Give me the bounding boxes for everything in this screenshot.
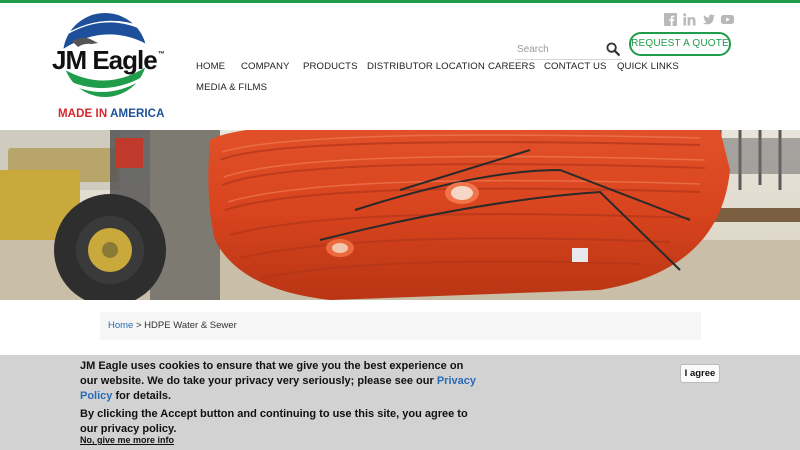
breadcrumb-current: HDPE Water & Sewer <box>144 320 237 331</box>
made-in-america-tagline: MADE IN AMERICA <box>58 108 165 120</box>
nav-distributor-location[interactable]: DISTRIBUTOR LOCATION <box>367 61 485 72</box>
request-quote-button[interactable]: REQUEST A QUOTE <box>629 32 731 56</box>
nav-quick-links[interactable]: QUICK LINKS <box>617 61 679 72</box>
site-header: JM Eagle™ MADE IN AMERICA REQUEST A QUOT… <box>0 3 800 130</box>
youtube-icon[interactable] <box>721 13 734 26</box>
search-box <box>515 40 622 60</box>
agree-button[interactable]: I agree <box>680 364 720 383</box>
jm-eagle-logo[interactable]: JM Eagle™ MADE IN AMERICA <box>52 13 170 123</box>
cookie-paragraph-2: By clicking the Accept button and contin… <box>80 408 468 435</box>
search-input[interactable] <box>515 40 601 59</box>
breadcrumb: Home > HDPE Water & Sewer <box>100 312 701 340</box>
more-info-link[interactable]: No, give me more info <box>80 435 174 445</box>
nav-contact-us[interactable]: CONTACT US <box>544 61 606 72</box>
nav-products[interactable]: PRODUCTS <box>303 61 358 72</box>
twitter-icon[interactable] <box>702 13 715 26</box>
breadcrumb-home-link[interactable]: Home <box>108 320 133 331</box>
nav-home[interactable]: HOME <box>196 61 225 72</box>
hdpe-pipe-coil-photo <box>0 130 800 300</box>
cookie-consent-banner: JM Eagle uses cookies to ensure that we … <box>0 355 800 450</box>
cookie-paragraph-1: JM Eagle uses cookies to ensure that we … <box>80 360 476 402</box>
nav-company[interactable]: COMPANY <box>241 61 290 72</box>
nav-media-films[interactable]: MEDIA & FILMS <box>196 82 267 93</box>
breadcrumb-separator: > <box>133 320 145 331</box>
logo-wordmark: JM Eagle™ <box>52 45 165 75</box>
facebook-icon[interactable] <box>664 13 677 26</box>
hero-banner-image <box>0 130 800 300</box>
social-links <box>664 13 734 26</box>
cookie-message: JM Eagle uses cookies to ensure that we … <box>80 359 480 440</box>
nav-careers[interactable]: CAREERS <box>488 61 535 72</box>
search-icon[interactable] <box>606 42 620 56</box>
linkedin-icon[interactable] <box>683 13 696 26</box>
